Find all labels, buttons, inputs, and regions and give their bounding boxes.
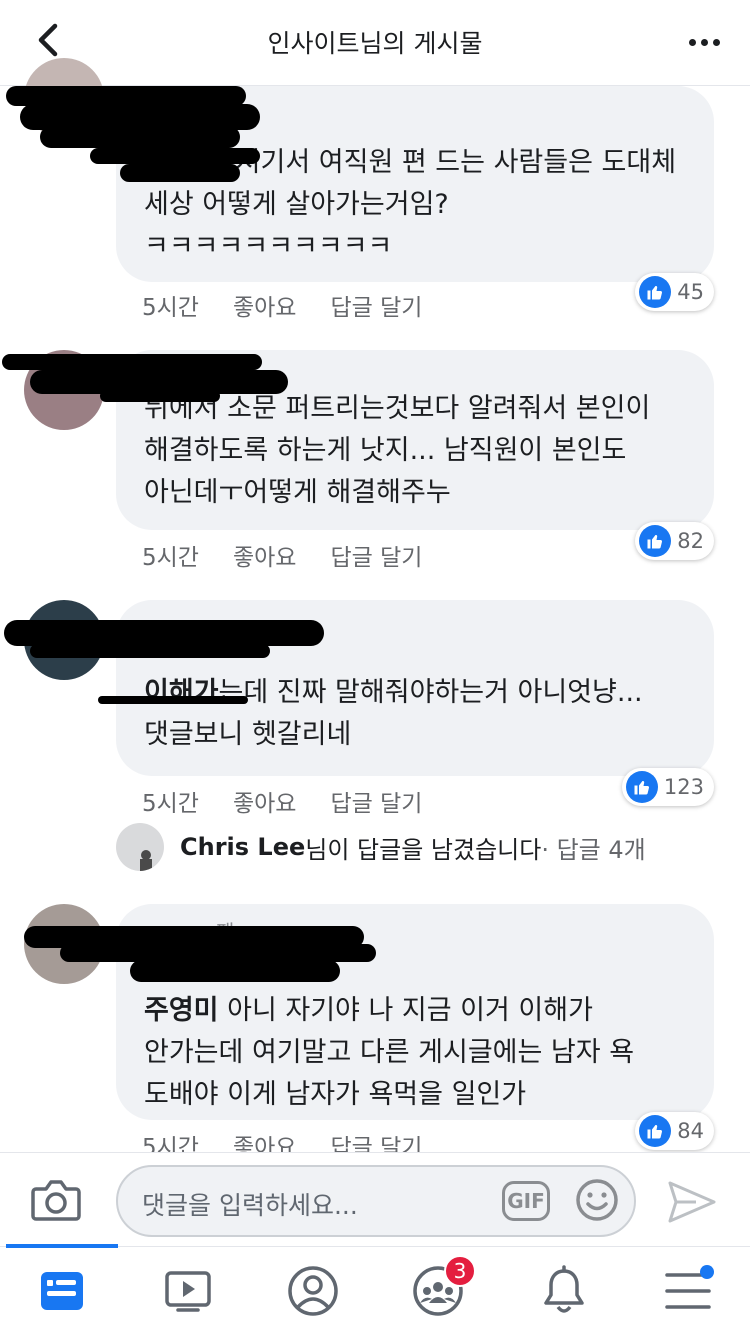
tab-news-feed[interactable]: [30, 1261, 94, 1321]
notification-badge: 3: [444, 1255, 476, 1287]
reaction-count-value: 123: [663, 775, 704, 799]
active-tab-indicator: [6, 1244, 118, 1248]
redaction-mark: [2, 354, 262, 370]
comment-input[interactable]: 댓글을 입력하세요... GIF: [116, 1165, 636, 1237]
thumbs-up-icon: [625, 771, 658, 803]
gif-button[interactable]: GIF: [502, 1181, 550, 1221]
profile-icon: [288, 1266, 338, 1316]
tab-watch[interactable]: [156, 1261, 220, 1321]
camera-button[interactable]: [30, 1177, 82, 1223]
reply-summary[interactable]: Chris Lee 님이 답글을 남겼습니다 · 답글 4개: [116, 822, 646, 872]
like-button[interactable]: 좋아요: [233, 288, 296, 322]
comment-meta: 5시간 좋아요 답글 달기: [142, 784, 422, 818]
tab-groups[interactable]: 3: [406, 1255, 476, 1321]
reaction-count-value: 82: [677, 529, 704, 553]
comment-text: 뒤에서 소문 퍼트리는것보다 알려줘서 본인이 해결하도록 하는게 낫지... …: [144, 393, 651, 508]
camera-icon: [31, 1180, 81, 1221]
tab-menu[interactable]: [656, 1261, 720, 1321]
comment-composer: 댓글을 입력하세요... GIF: [0, 1152, 750, 1246]
reaction-count[interactable]: 45: [635, 273, 714, 311]
reaction-count[interactable]: 84: [635, 1112, 714, 1150]
thumbs-up-icon: [639, 1115, 672, 1147]
redaction-mark: [30, 644, 270, 658]
more-horizontal-icon: [688, 38, 696, 46]
page-title: 인사이트님의 게시물: [267, 29, 483, 58]
mention[interactable]: 주영미: [144, 995, 219, 1026]
reply-button[interactable]: 답글 달기: [330, 784, 422, 818]
redaction-mark: [40, 126, 240, 148]
redaction-mark: [4, 620, 324, 646]
thumbs-up-icon: [639, 276, 672, 308]
tab-profile[interactable]: [281, 1261, 345, 1321]
thumbs-up-icon: [639, 525, 672, 557]
more-options-button[interactable]: [682, 22, 726, 62]
reaction-count-value: 45: [677, 280, 704, 304]
like-button[interactable]: 좋아요: [233, 784, 296, 818]
comment-input-placeholder: 댓글을 입력하세요...: [142, 1191, 358, 1220]
comment-meta: 5시간 좋아요 답글 달기: [142, 288, 422, 322]
smiley-icon: [576, 1179, 618, 1221]
new-indicator-dot: [700, 1265, 714, 1279]
tab-notifications[interactable]: [532, 1261, 596, 1321]
redaction-mark: [98, 696, 248, 704]
redaction-mark: [6, 86, 246, 106]
news-feed-icon: [41, 1272, 83, 1310]
redaction-mark: [90, 148, 260, 164]
redaction-mark: [130, 960, 340, 982]
redaction-mark: [120, 164, 240, 182]
reaction-count[interactable]: 82: [635, 522, 714, 560]
emoji-button[interactable]: [574, 1177, 620, 1223]
send-button[interactable]: [666, 1179, 718, 1225]
watch-icon: [165, 1271, 211, 1312]
reaction-count[interactable]: 123: [621, 768, 714, 806]
reply-button[interactable]: 답글 달기: [330, 538, 422, 572]
reaction-count-value: 84: [677, 1119, 704, 1143]
comment-time: 5시간: [142, 791, 199, 817]
comment-time: 5시간: [142, 295, 199, 321]
redaction-mark: [100, 390, 220, 402]
post-header: 인사이트님의 게시물: [0, 0, 750, 86]
comment-time: 5시간: [142, 545, 199, 571]
like-button[interactable]: 좋아요: [233, 538, 296, 572]
reply-count: · 답글 4개: [541, 835, 646, 864]
avatar: [116, 823, 164, 871]
bottom-tab-bar: 3: [0, 1244, 750, 1334]
send-icon: [668, 1181, 716, 1223]
reply-button[interactable]: 답글 달기: [330, 288, 422, 322]
bell-icon: [544, 1265, 584, 1313]
comment-meta: 5시간 좋아요 답글 달기: [142, 538, 422, 572]
reply-author: Chris Lee: [180, 833, 306, 861]
